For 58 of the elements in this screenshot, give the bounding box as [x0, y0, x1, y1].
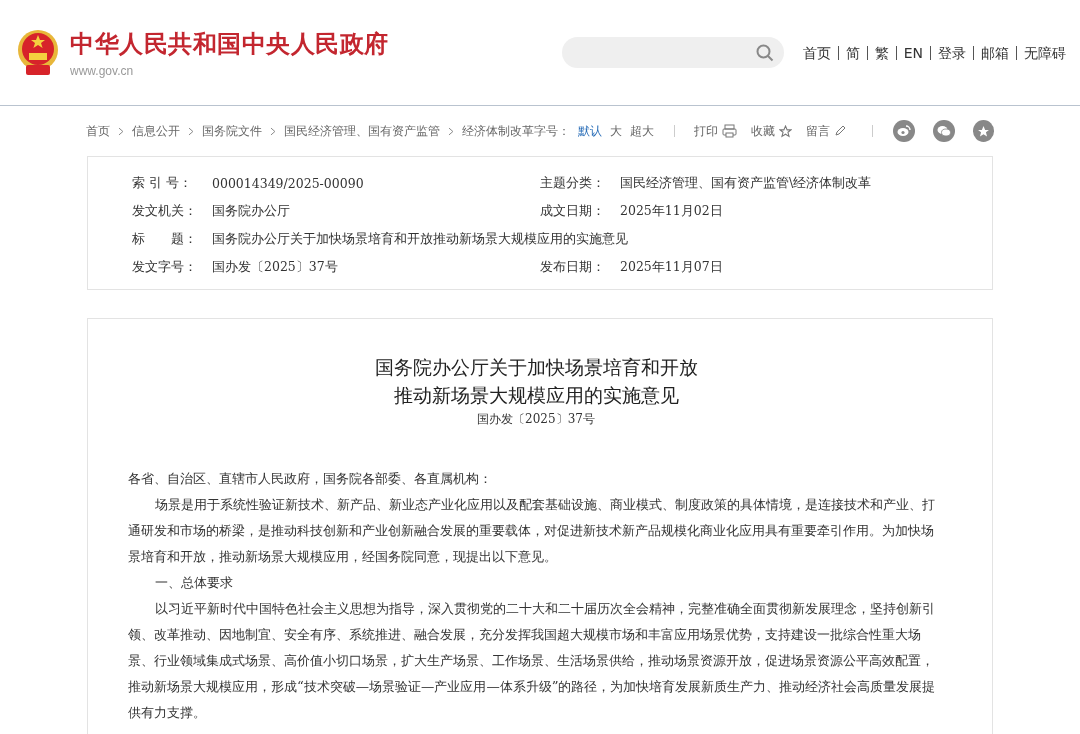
article-title: 国务院办公厅关于加快场景培育和开放 — [373, 355, 699, 380]
breadcrumb-link[interactable]: 国务院文件 — [201, 122, 262, 140]
nav-link[interactable]: 简 — [837, 45, 867, 60]
font-size-option[interactable]: 超大 — [629, 122, 654, 140]
document-number: 国办发〔2025〕37号 — [476, 411, 596, 428]
meta-label: 索 引 号： — [132, 174, 193, 192]
font-size-option[interactable]: 默认 — [577, 122, 602, 140]
meta-label: 主题分类： — [540, 174, 606, 192]
site-title: 中华人民共和国中央人民政府 — [70, 28, 389, 60]
meta-value: 2025年11月02日 — [620, 202, 723, 220]
body-paragraph: 以习近平新时代中国特色社会主义思想为指导，深入贯彻党的二十大和二十届历次全会精神，完整准确全面贯彻新发展理念，坚持创新引领、改革推动、因地制宜、安全有序、系统推进、融合发展，充分发挥我国超大规模市场和丰富应用场景优势，支持建设一批综合性重大场景、行业领域集成式场景、高价值小切口场景，扩大生产场景、工作场景、生活场景供给，推动场景资源开放，促进场景资源公平高效配置，推动新场景大规模应用，形成“技术突破—场景验证—产业应用—体系升级”的路径，为加快培育发展新质生产力、推动经济社会高质量发展提供有力支撑。 — [128, 600, 937, 722]
printer-icon — [722, 124, 738, 138]
font-size-label: 字号： — [533, 122, 570, 140]
star-icon — [976, 124, 990, 138]
meta-label: 发布日期： — [540, 258, 606, 276]
article-title: 推动新场景大规模应用的实施意见 — [392, 383, 680, 408]
breadcrumb-current: 经济体制改革 — [461, 122, 534, 140]
nav-link[interactable]: 邮箱 — [973, 45, 1016, 60]
nav-link[interactable]: 登录 — [930, 45, 973, 60]
section-heading: 一、总体要求 — [153, 574, 234, 592]
meta-value: 2025年11月07日 — [620, 258, 723, 276]
share-button[interactable] — [893, 120, 915, 142]
star-icon — [779, 124, 793, 138]
print-button[interactable]: 打印 — [694, 122, 738, 140]
body-paragraph: 场景是用于系统性验证新技术、新产品、新业态产业化应用以及配套基础设施、商业模式、制度政策的具体情境，是连接技术和产业、打通研发和市场的桥梁，是推动科技创新和产业创新融合发展的重要载体，对促进新技术新产品规模化商业化应用具有重要牵引作用。为加快场景培育和开放，推动新场景大规模应用，经国务院同意，现提出以下意见。 — [128, 496, 936, 566]
meta-label: 发文机关： — [132, 202, 198, 220]
breadcrumb-link[interactable]: 信息公开 — [131, 122, 180, 140]
nav-link[interactable]: EN — [895, 45, 930, 60]
salutation: 各省、自治区、直辖市人民政府，国务院各部委、各直属机构： — [128, 470, 493, 488]
meta-label: 标 题： — [132, 230, 198, 248]
chat-icon — [936, 125, 951, 137]
breadcrumb-link[interactable]: 国民经济管理、国有资产监管 — [283, 122, 440, 140]
share-button[interactable] — [933, 120, 955, 142]
breadcrumb-link[interactable]: 首页 — [86, 122, 110, 140]
share-button[interactable] — [972, 120, 994, 142]
search-field[interactable] — [561, 37, 784, 68]
pencil-button[interactable]: 留言 — [806, 122, 847, 140]
meta-value: 000014349/2025-00090 — [212, 175, 364, 191]
search-icon — [755, 43, 774, 62]
nav-link[interactable]: 首页 — [795, 45, 838, 60]
chevron-icon — [118, 126, 124, 136]
emblem-icon — [16, 28, 60, 77]
eye-icon — [897, 125, 912, 137]
meta-value: 国务院办公厅 — [212, 202, 290, 220]
site-url: www.gov.cn — [70, 63, 135, 78]
meta-value: 国民经济管理、国有资产监管\经济体制改革 — [620, 174, 872, 192]
chevron-icon — [269, 126, 276, 136]
nav-link[interactable]: 繁 — [866, 45, 896, 60]
star-button[interactable]: 收藏 — [751, 122, 793, 140]
font-size-option[interactable]: 大 — [609, 122, 622, 140]
chevron-icon — [447, 126, 454, 136]
chevron-icon — [187, 126, 194, 136]
pencil-icon — [834, 125, 847, 137]
nav-link[interactable]: 无障碍 — [1016, 45, 1066, 60]
meta-value: 国办发〔2025〕37号 — [212, 258, 338, 276]
meta-label: 成文日期： — [540, 202, 606, 220]
meta-label: 发文字号： — [132, 258, 198, 276]
meta-value: 国务院办公厅关于加快场景培育和开放推动新场景大规模应用的实施意见 — [212, 230, 628, 248]
